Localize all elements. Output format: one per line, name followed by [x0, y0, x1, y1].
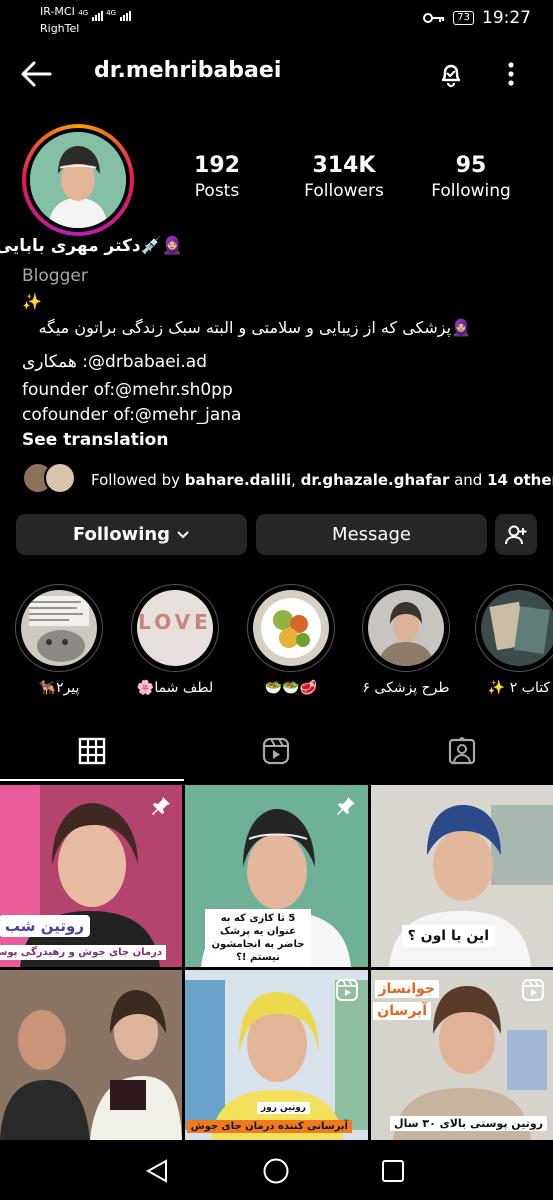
following-button-label: Following	[72, 524, 171, 545]
bio-text-line-1: 🧕🏼پزشکی که از زیبایی و سلامتی و البته سب…	[38, 318, 471, 337]
highlight-5[interactable]: کتاب ۲ ✨	[475, 584, 553, 696]
clock: 19:27	[482, 8, 531, 28]
highlight-4-image	[368, 590, 444, 666]
active-tab-indicator	[0, 779, 184, 781]
carrier-2: RighTel	[40, 22, 80, 35]
post-5[interactable]: روتین روز آبرسانی کننده درمان جای جوش	[185, 970, 368, 1140]
following-count-value: 95	[455, 153, 487, 178]
profile-display-name: 🧕🏼💉دکتر مهری بابایی	[0, 236, 183, 256]
posts-count-label: Posts	[194, 181, 240, 201]
mutual-followers-avatars[interactable]	[22, 462, 76, 494]
carrier-1: IR-MCI	[40, 5, 75, 18]
post-6-caption-1: جوانساز	[374, 980, 439, 998]
see-translation-link[interactable]: See translation	[22, 430, 168, 450]
highlight-3-image	[253, 590, 329, 666]
highlight-3-label: 🥩🥗🥗	[264, 680, 318, 696]
nav-home-icon[interactable]	[262, 1157, 290, 1185]
nav-recents-icon[interactable]	[381, 1159, 405, 1183]
post-5-caption-1: روتین روز	[256, 1102, 310, 1114]
grid-icon[interactable]	[78, 737, 106, 765]
suggested-users-button[interactable]	[495, 514, 537, 555]
post-2-caption-1: 5 تا کاری که به عنوان یه پزشک حاضر به ان…	[205, 909, 311, 967]
signal-icon-2	[119, 11, 131, 21]
message-button-label: Message	[332, 524, 411, 545]
key-icon	[423, 13, 445, 23]
reel-indicator-icon	[336, 979, 358, 1001]
profile-avatar[interactable]	[22, 124, 134, 236]
avatar-image	[30, 132, 126, 228]
signal-icon	[91, 11, 103, 21]
highlight-1[interactable]: پیر۲🐕‍🦺	[15, 584, 103, 696]
highlight-3[interactable]: 🥩🥗🥗	[247, 584, 335, 696]
followers-count-label: Followers	[304, 181, 384, 201]
following-count[interactable]: 95 Following	[411, 152, 531, 202]
reel-indicator-icon	[522, 979, 544, 1001]
post-2[interactable]: 5 تا کاری که به عنوان یه پزشک حاضر به ان…	[185, 785, 368, 967]
battery-icon: 73	[453, 11, 474, 25]
tagged-icon[interactable]	[448, 737, 476, 765]
highlight-love-text: LOVE	[138, 610, 212, 634]
status-bar-left: IR-MCI 4G 4G RighTel	[40, 4, 131, 36]
reels-icon[interactable]	[262, 737, 290, 765]
following-count-label: Following	[431, 181, 511, 201]
post-6[interactable]: جوانساز آبرسان روتین پوستی بالای ۳۰ سال	[371, 970, 553, 1140]
profile-category: Blogger	[22, 266, 88, 286]
post-5-caption-2: آبرسانی کننده درمان جای جوش	[186, 1120, 352, 1133]
status-bar-right: 73 19:27	[423, 8, 531, 28]
profile-username: dr.mehribabaei	[94, 58, 282, 83]
system-navigation-bar	[0, 1140, 553, 1200]
post-1-caption-1: روتین شب	[0, 915, 90, 937]
post-3[interactable]: این یا اون ؟	[371, 785, 553, 967]
notification-bell-icon[interactable]	[436, 59, 466, 89]
highlight-2[interactable]: LOVE لطف شما🌸	[131, 584, 219, 696]
post-3-caption-1: این یا اون ؟	[401, 925, 495, 947]
highlight-4-label: طرح پزشکی ۶	[362, 680, 450, 696]
post-6-caption-3: روتین پوستی بالای ۳۰ سال	[390, 1116, 547, 1131]
followers-count[interactable]: 314K Followers	[284, 152, 404, 202]
followers-count-value: 314K	[312, 153, 376, 178]
highlight-4[interactable]: طرح پزشکی ۶	[362, 584, 450, 696]
bio-sparkle: ✨	[22, 292, 42, 311]
bio-founder-line[interactable]: founder of:@mehr.sh0pp	[22, 380, 233, 400]
back-arrow-icon[interactable]	[20, 60, 52, 88]
followed-by-text[interactable]: Followed by bahare.dalili, dr.ghazale.gh…	[91, 471, 553, 489]
highlight-1-image	[21, 590, 97, 666]
profile-tabs	[0, 724, 553, 780]
network-type-2: 4G	[106, 9, 117, 17]
nav-back-icon[interactable]	[144, 1158, 170, 1184]
highlight-2-label: لطف شما🌸	[136, 680, 214, 696]
pinned-icon	[337, 797, 355, 815]
post-6-caption-2: آبرسان	[373, 1002, 431, 1020]
highlight-2-image: LOVE	[137, 590, 213, 666]
add-person-icon	[505, 525, 527, 544]
more-options-icon[interactable]	[500, 60, 522, 88]
bio-cofounder-line[interactable]: cofounder of:@mehr_jana	[22, 405, 241, 425]
post-1-caption-2: درمان جای جوش و رهیدرگی پوست	[0, 945, 166, 960]
post-1[interactable]: روتین شب درمان جای جوش و رهیدرگی پوست	[0, 785, 182, 967]
mutual-avatar-2	[44, 462, 76, 494]
posts-count[interactable]: 192 Posts	[157, 152, 277, 202]
message-button[interactable]: Message	[256, 514, 487, 555]
network-type-1: 4G	[78, 9, 89, 17]
following-button[interactable]: Following	[16, 514, 247, 555]
chevron-down-icon	[177, 530, 189, 538]
post-4[interactable]	[0, 970, 182, 1140]
highlight-5-image	[481, 590, 553, 666]
bio-collab-line[interactable]: همکاری :@drbabaei.ad	[22, 352, 207, 372]
pinned-icon	[152, 797, 170, 815]
highlight-1-label: پیر۲🐕‍🦺	[38, 680, 80, 696]
posts-count-value: 192	[194, 153, 240, 178]
highlight-5-label: کتاب ۲ ✨	[487, 680, 551, 696]
